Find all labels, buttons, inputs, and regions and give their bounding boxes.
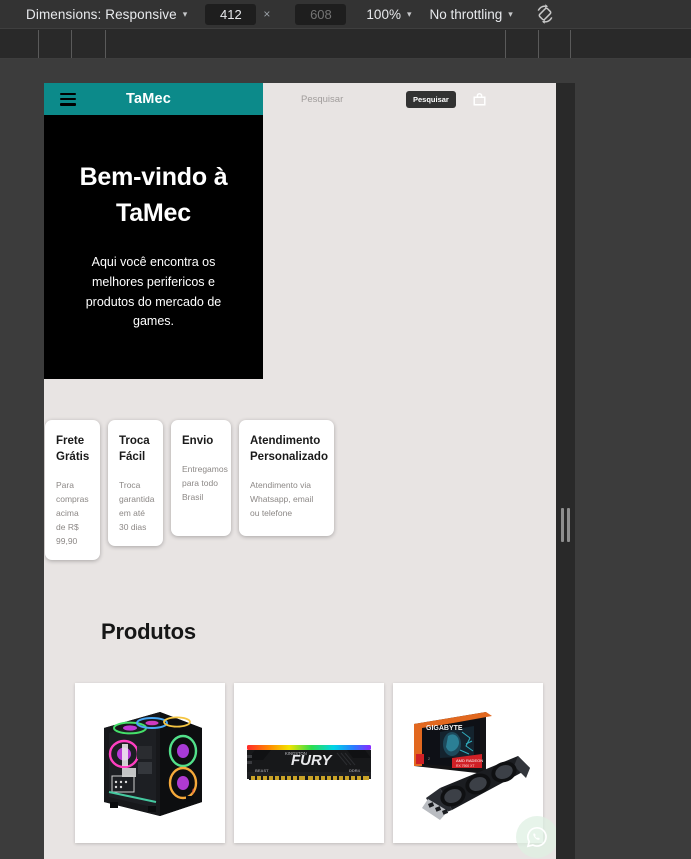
device-ruler-bar[interactable] — [0, 29, 691, 59]
search-input[interactable] — [301, 93, 396, 105]
chevron-down-icon: ▾ — [508, 8, 513, 19]
feature-card: Atendimento Personalizado Atendimento vi… — [239, 420, 334, 536]
rotate-device-icon[interactable] — [533, 2, 557, 26]
feature-card-text: Atendimento via Whatsapp, email ou telef… — [250, 479, 314, 518]
dimensions-dropdown[interactable]: Dimensions: Responsive ▾ — [26, 7, 187, 22]
product-card[interactable]: f — [75, 682, 225, 843]
feature-card-title: Envio — [182, 435, 214, 447]
hero-title-line-1: Bem-vindo à — [79, 163, 228, 191]
chevron-down-icon: ▾ — [406, 8, 412, 19]
feature-card: Envio Entregamos para todo Brasil — [171, 420, 231, 536]
screenshot-root: Dimensions: Responsive ▾ × 100% ▾ No throt… — [0, 0, 691, 859]
product-card[interactable]: GIGABYTE AMD RADEON RX 7900 XT 2 — [393, 682, 543, 843]
shopping-bag-icon[interactable] — [472, 91, 488, 107]
resize-handle-right[interactable] — [556, 83, 575, 859]
hero-title: Bem-vindo à TaMec — [66, 159, 241, 231]
hero-title-line-2: TaMec — [116, 199, 191, 227]
pc-case-rgb-product-image: f — [104, 711, 202, 816]
svg-text:BEAST: BEAST — [255, 768, 269, 773]
device-canvas: TaMec Pesquisar Bem-vindo à — [0, 60, 691, 859]
svg-text:RX 7900 XT: RX 7900 XT — [456, 764, 474, 768]
svg-text:AMD RADEON: AMD RADEON — [456, 758, 483, 763]
hero-banner: Bem-vindo à TaMec Aqui você encontra os … — [44, 115, 263, 379]
svg-text:f: f — [192, 789, 194, 796]
ruler-tick — [505, 30, 506, 58]
svg-text:2: 2 — [428, 757, 430, 761]
zoom-value: 100% — [366, 6, 401, 22]
whatsapp-icon — [526, 826, 547, 848]
device-toolbar: Dimensions: Responsive ▾ × 100% ▾ No throt… — [0, 0, 691, 29]
gigabyte-radeon-gpu-product-image: GIGABYTE AMD RADEON RX 7900 XT 2 — [414, 711, 530, 820]
feature-card-title: Troca Fácil — [119, 435, 150, 463]
feature-card: Frete Grátis Para compras acima de R$ 99… — [45, 420, 100, 560]
throttling-dropdown[interactable]: No throttling ▾ — [429, 7, 512, 22]
ruler-tick — [38, 30, 39, 58]
viewport-height-input[interactable] — [295, 3, 347, 25]
brand-block: TaMec — [44, 83, 263, 115]
svg-text:GIGABYTE: GIGABYTE — [426, 725, 463, 732]
search-button[interactable]: Pesquisar — [406, 90, 456, 108]
ruler-tick — [538, 30, 539, 58]
resize-grip-icon — [561, 508, 570, 542]
feature-card-title: Atendimento Personalizado — [250, 435, 328, 463]
feature-card-text: Troca garantida em até 30 dias — [119, 479, 155, 532]
device-viewport-page: TaMec Pesquisar Bem-vindo à — [44, 83, 556, 859]
brand-logo-text[interactable]: TaMec — [126, 91, 171, 107]
kingston-fury-rgb-ram-product-image: FURY KINGSTON BEAST DDR4 — [247, 744, 371, 780]
feature-card-text: Para compras acima de R$ 99,90 — [56, 479, 89, 546]
dimensions-label: Dimensions: Responsive — [26, 6, 177, 22]
products-section-heading: Produtos — [101, 618, 196, 644]
hamburger-menu-icon[interactable] — [60, 92, 76, 106]
viewport-width-input[interactable] — [205, 3, 257, 25]
ruler-tick — [105, 30, 106, 58]
feature-card-title: Frete Grátis — [56, 435, 90, 463]
svg-text:KINGSTON: KINGSTON — [285, 751, 307, 756]
svg-text:DDR4: DDR4 — [349, 768, 361, 773]
ruler-tick — [570, 30, 571, 58]
hero-subtitle: Aqui você encontra os melhores periferic… — [85, 255, 222, 329]
product-card[interactable]: FURY KINGSTON BEAST DDR4 — [234, 682, 384, 843]
dimension-separator: × — [263, 7, 271, 21]
whatsapp-float-button[interactable] — [516, 816, 556, 858]
zoom-dropdown[interactable]: 100% ▾ — [366, 7, 411, 22]
feature-cards-row: Frete Grátis Para compras acima de R$ 99… — [44, 379, 556, 560]
search-area: Pesquisar — [263, 83, 556, 115]
product-grid: f FURY KINGSTON BEAST DDR4 GIGABYTE AMD … — [75, 682, 556, 843]
site-header: TaMec Pesquisar — [44, 83, 556, 115]
feature-card: Troca Fácil Troca garantida em até 30 di… — [108, 420, 163, 546]
throttling-value: No throttling — [429, 6, 503, 22]
chevron-down-icon: ▾ — [182, 8, 188, 19]
ruler-tick — [71, 30, 72, 58]
feature-card-text: Entregamos para todo Brasil — [182, 463, 228, 502]
